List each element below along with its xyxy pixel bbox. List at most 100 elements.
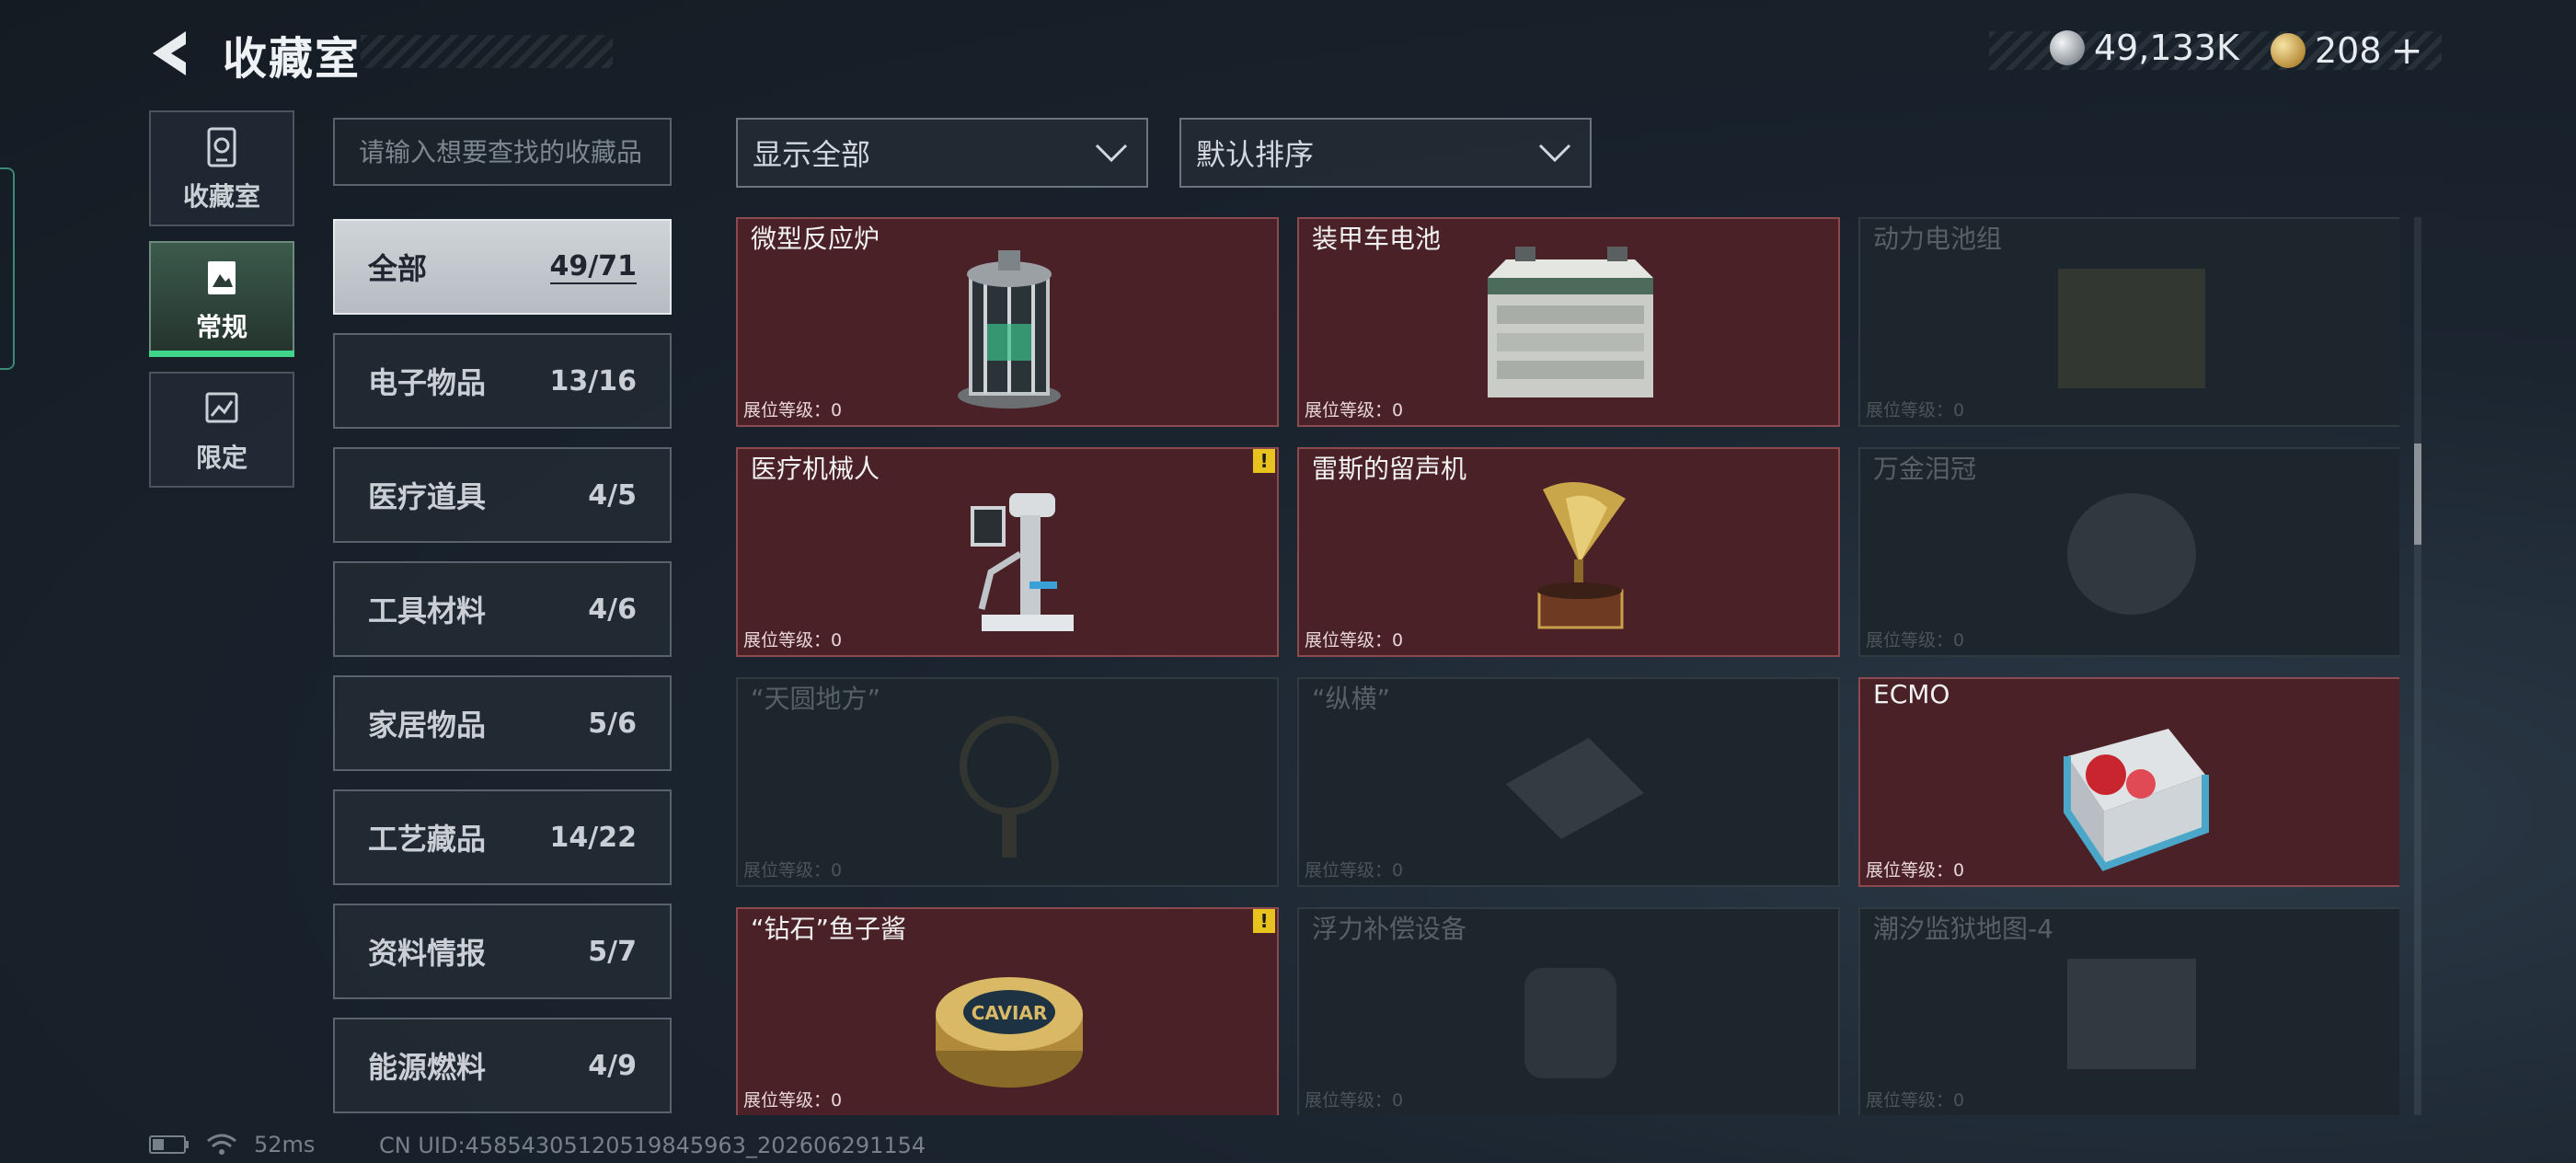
- item-level: 展位等级：0: [743, 400, 843, 420]
- item-card[interactable]: “钻石”鱼子酱 ! CAVIAR 展位等级：0: [736, 907, 1279, 1115]
- album-icon: [208, 261, 236, 294]
- item-name: 雷斯的留声机: [1312, 454, 1467, 484]
- item-card[interactable]: ECMO 展位等级：0: [1858, 677, 2399, 887]
- gold-amount: 208: [2315, 29, 2382, 71]
- item-level: 展位等级：0: [1866, 860, 1965, 881]
- category-name: 医疗道具: [368, 479, 487, 514]
- item-card[interactable]: 动力电池组 展位等级：0: [1858, 217, 2399, 427]
- gold-coin-icon: [2271, 32, 2306, 68]
- wifi-icon: [207, 1134, 236, 1155]
- category-count: 49/71: [549, 249, 637, 284]
- reactor-icon: [958, 250, 1061, 409]
- category-name: 工具材料: [368, 593, 487, 628]
- nav-tab-label: 限定: [195, 443, 247, 473]
- battery-icon: [1488, 247, 1653, 397]
- item-name: 装甲车电池: [1312, 224, 1442, 254]
- category-electronics[interactable]: 电子物品 13/16: [333, 333, 672, 429]
- category-count: 4/5: [588, 478, 637, 512]
- map-icon: [2067, 959, 2196, 1069]
- battery-pack-icon: [2058, 269, 2205, 388]
- category-name: 工艺藏品: [368, 822, 487, 857]
- silver-coin-icon: [2050, 30, 2085, 65]
- item-level: 展位等级：0: [1305, 400, 1404, 420]
- category-name: 资料情报: [368, 936, 487, 971]
- item-card[interactable]: 万金泪冠 展位等级：0: [1858, 447, 2399, 657]
- category-all[interactable]: 全部 49/71: [333, 219, 672, 315]
- category-count: 5/7: [588, 935, 637, 968]
- astrolabe-icon: [960, 716, 1059, 858]
- vault-icon: [207, 127, 236, 167]
- item-card[interactable]: 微型反应炉 展位等级：0: [736, 217, 1279, 427]
- category-count: 4/9: [588, 1049, 637, 1082]
- sort-value: 默认排序: [1196, 137, 1315, 172]
- item-level: 展位等级：0: [1866, 1090, 1965, 1111]
- chessboard-icon: [1506, 738, 1644, 839]
- item-level: 展位等级：0: [1305, 860, 1404, 881]
- item-card[interactable]: “纵横” 展位等级：0: [1297, 677, 1840, 887]
- display-filter-value: 显示全部: [753, 137, 871, 172]
- ecmo-icon: [2064, 729, 2209, 871]
- item-name: 动力电池组: [1873, 224, 2003, 254]
- item-card[interactable]: 装甲车电池 展位等级：0: [1297, 217, 1840, 427]
- collection-grid: 微型反应炉 展位等级：0 装甲车电池 展位等级：0 动力电池组 展位等级：0 医…: [736, 217, 2399, 1115]
- category-household[interactable]: 家居物品 5/6: [333, 675, 672, 771]
- item-card[interactable]: 潮汐监狱地图-4 展位等级：0: [1858, 907, 2399, 1115]
- item-name: “纵横”: [1312, 684, 1391, 714]
- category-medical[interactable]: 医疗道具 4/5: [333, 447, 672, 543]
- battery-status-icon: [149, 1135, 189, 1154]
- add-gold-button[interactable]: +: [2391, 28, 2423, 73]
- nav-tab-regular[interactable]: 常规: [149, 241, 294, 357]
- category-name: 能源燃料: [368, 1050, 487, 1085]
- sort-dropdown[interactable]: 默认排序: [1179, 118, 1592, 188]
- item-level: 展位等级：0: [743, 1090, 843, 1111]
- crown-icon: [2067, 493, 2196, 615]
- back-button[interactable]: [145, 26, 201, 81]
- silver-amount: 49,133K: [2094, 28, 2239, 68]
- item-card[interactable]: 雷斯的留声机 展位等级：0: [1297, 447, 1840, 657]
- gramophone-icon: [1537, 482, 1626, 629]
- category-name: 全部: [368, 251, 428, 286]
- gold-currency[interactable]: 208 +: [2271, 28, 2423, 73]
- back-arrow-icon: [153, 31, 186, 75]
- item-name: 潮汐监狱地图-4: [1873, 914, 2053, 944]
- side-edge-tab[interactable]: [0, 167, 15, 370]
- item-name: 医疗机械人: [751, 454, 880, 484]
- nav-tab-vault[interactable]: 收藏室: [149, 110, 294, 226]
- item-level: 展位等级：0: [1866, 400, 1965, 420]
- category-count: 14/22: [549, 821, 637, 854]
- item-name: “钻石”鱼子酱: [751, 914, 907, 944]
- item-name: “天圆地方”: [751, 684, 881, 714]
- page-title: 收藏室: [223, 33, 362, 85]
- item-name: ECMO: [1873, 679, 1950, 709]
- category-intel[interactable]: 资料情报 5/7: [333, 904, 672, 999]
- category-count: 13/16: [549, 364, 637, 397]
- category-energy[interactable]: 能源燃料 4/9: [333, 1018, 672, 1113]
- category-count: 4/6: [588, 593, 637, 626]
- scrollbar-thumb[interactable]: [2414, 443, 2421, 545]
- medical-robot-icon: [971, 493, 1074, 631]
- caviar-label: CAVIAR: [972, 1002, 1048, 1024]
- item-level: 展位等级：0: [743, 630, 843, 651]
- silver-currency: 49,133K: [2050, 28, 2239, 68]
- item-card[interactable]: 医疗机械人 ! 展位等级：0: [736, 447, 1279, 657]
- category-count: 5/6: [588, 707, 637, 740]
- status-bar: 52ms: [149, 1132, 315, 1157]
- search-input[interactable]: [333, 118, 672, 186]
- buoyancy-device-icon: [1524, 968, 1616, 1078]
- item-card[interactable]: “天圆地方” 展位等级：0: [736, 677, 1279, 887]
- chevron-down-icon: [1538, 144, 1571, 163]
- display-filter-dropdown[interactable]: 显示全部: [736, 118, 1148, 188]
- category-crafts[interactable]: 工艺藏品 14/22: [333, 789, 672, 885]
- category-tools[interactable]: 工具材料 4/6: [333, 561, 672, 657]
- category-name: 家居物品: [368, 708, 487, 743]
- ping-value: 52ms: [254, 1132, 316, 1157]
- item-name: 浮力补偿设备: [1312, 914, 1467, 944]
- item-level: 展位等级：0: [743, 860, 843, 881]
- warning-badge: !: [1253, 909, 1275, 933]
- caviar-tin-icon: CAVIAR: [936, 977, 1083, 1088]
- nav-tab-limited[interactable]: 限定: [149, 372, 294, 488]
- chevron-down-icon: [1095, 144, 1128, 163]
- grid-scrollbar[interactable]: [2414, 217, 2421, 1115]
- warning-badge: !: [1253, 449, 1275, 473]
- item-card[interactable]: 浮力补偿设备 展位等级：0: [1297, 907, 1840, 1115]
